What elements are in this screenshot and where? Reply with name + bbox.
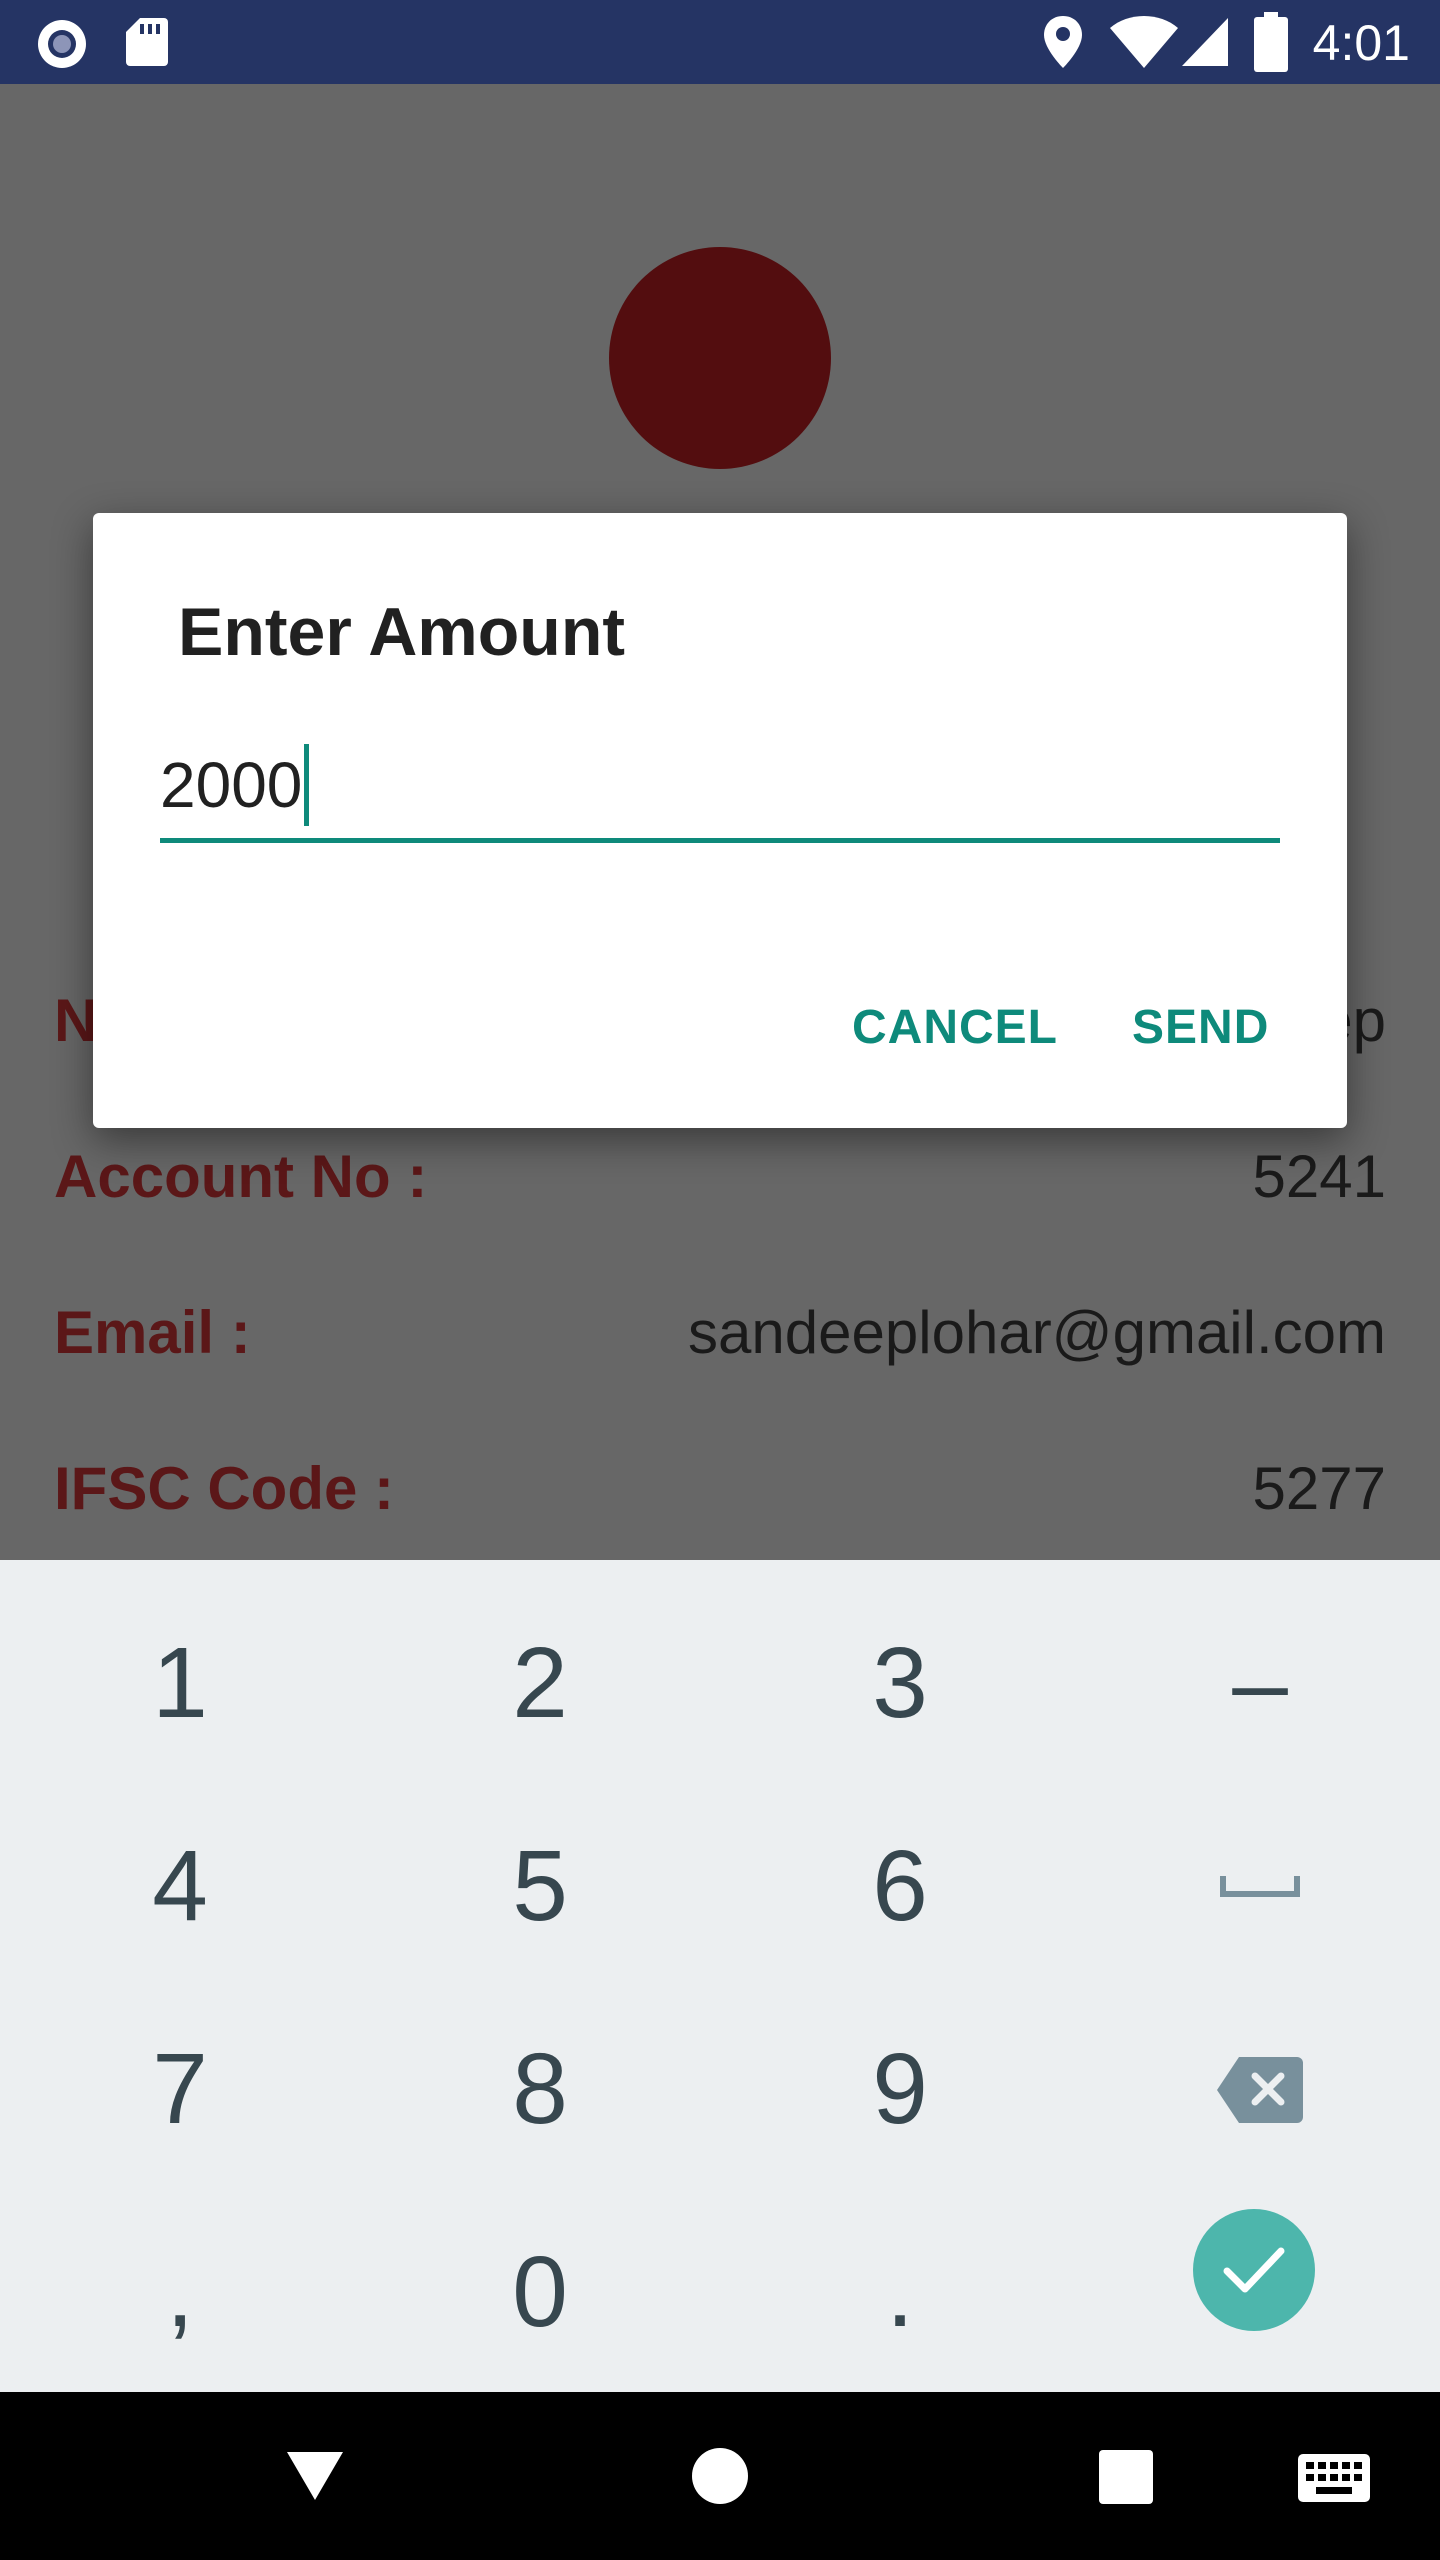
account-label: Account No : xyxy=(54,1143,428,1210)
key-0[interactable]: 0 xyxy=(360,2191,720,2394)
sd-card-icon xyxy=(126,18,168,66)
wifi-icon xyxy=(1110,16,1178,68)
key-7[interactable]: 7 xyxy=(0,1988,360,2191)
ifsc-row: IFSC Code : 5277 xyxy=(54,1454,1386,1534)
back-icon[interactable] xyxy=(285,2450,345,2502)
navigation-bar xyxy=(0,2392,1440,2560)
avatar xyxy=(609,247,831,469)
email-row: Email : sandeeplohar@gmail.com xyxy=(54,1298,1386,1378)
key-8[interactable]: 8 xyxy=(360,1988,720,2191)
text-cursor xyxy=(304,744,309,826)
location-icon xyxy=(1044,16,1082,68)
send-button[interactable]: SEND xyxy=(1132,1000,1269,1055)
email-value: sandeeplohar@gmail.com xyxy=(688,1299,1386,1366)
key-4[interactable]: 4 xyxy=(0,1785,360,1988)
key-9[interactable]: 9 xyxy=(720,1988,1080,2191)
key-6[interactable]: 6 xyxy=(720,1785,1080,1988)
key-2[interactable]: 2 xyxy=(360,1582,720,1785)
space-icon xyxy=(1220,1875,1300,1897)
key-1[interactable]: 1 xyxy=(0,1582,360,1785)
cancel-button[interactable]: CANCEL xyxy=(852,1000,1058,1055)
done-key[interactable] xyxy=(1193,2209,1315,2331)
key-minus[interactable]: – xyxy=(1080,1582,1440,1785)
keyboard-icon[interactable] xyxy=(1298,2454,1370,2502)
backspace-key[interactable] xyxy=(1080,1988,1440,2191)
record-icon xyxy=(38,20,86,68)
key-comma[interactable]: , xyxy=(0,2191,360,2394)
account-value: 5241 xyxy=(1252,1143,1386,1210)
backspace-icon xyxy=(1217,2056,1303,2123)
battery-icon xyxy=(1254,12,1288,72)
space-key[interactable] xyxy=(1080,1785,1440,1988)
email-label: Email : xyxy=(54,1299,251,1366)
amount-value: 2000 xyxy=(160,749,303,821)
recents-icon[interactable] xyxy=(1099,2450,1153,2504)
clock: 4:01 xyxy=(1312,15,1410,71)
check-icon xyxy=(1223,2247,1285,2293)
enter-amount-dialog: Enter Amount 2000 CANCEL SEND xyxy=(93,513,1347,1128)
ifsc-value: 5277 xyxy=(1252,1455,1386,1522)
key-5[interactable]: 5 xyxy=(360,1785,720,1988)
account-row: Account No : 5241 xyxy=(54,1142,1386,1222)
home-icon[interactable] xyxy=(690,2446,750,2506)
amount-input[interactable]: 2000 xyxy=(160,744,1280,843)
key-period[interactable]: . xyxy=(720,2191,1080,2394)
ifsc-label: IFSC Code : xyxy=(54,1455,394,1522)
signal-icon xyxy=(1182,18,1228,66)
key-3[interactable]: 3 xyxy=(720,1582,1080,1785)
dialog-title: Enter Amount xyxy=(178,594,626,670)
name-label: N xyxy=(54,987,98,1054)
status-bar: 4:01 xyxy=(0,0,1440,84)
